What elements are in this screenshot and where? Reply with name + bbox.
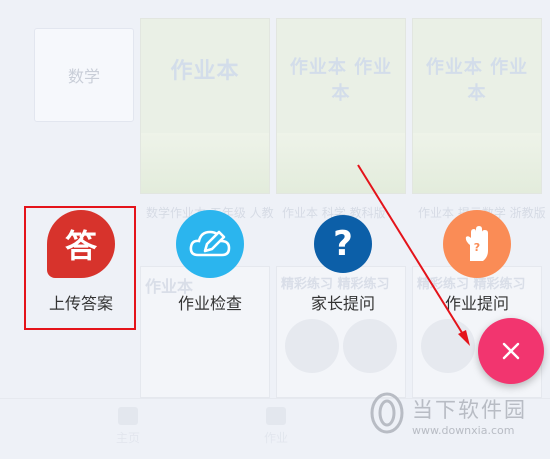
action-label: 作业检查: [177, 294, 242, 313]
edit-icon: [266, 407, 286, 425]
book-card-3[interactable]: 作业本 作业本: [412, 18, 542, 194]
book-cover-art: [421, 319, 475, 373]
homework-check-button[interactable]: 作业检查: [160, 210, 260, 314]
cloud-pencil-icon: [176, 210, 244, 278]
book-card-1[interactable]: 作业本: [140, 18, 270, 194]
action-label: 作业提问: [444, 294, 509, 313]
book-cover-art: [277, 133, 405, 193]
raised-hand-icon: ?: [443, 210, 511, 278]
close-menu-button[interactable]: [478, 318, 544, 384]
homework-question-button[interactable]: ? 作业提问: [427, 210, 527, 314]
watermark-url: www.downxia.com: [412, 424, 515, 437]
book-card-2[interactable]: 作业本 作业本: [276, 18, 406, 194]
close-icon: [502, 342, 520, 360]
highlight-annotation-box: [24, 206, 136, 330]
action-label: 家长提问: [310, 294, 375, 313]
book-cover-art: [343, 319, 397, 373]
question-icon: ?: [314, 215, 372, 273]
subject-tab-math[interactable]: 数学: [34, 28, 134, 122]
nav-label: 主页: [115, 431, 140, 445]
svg-text:?: ?: [474, 241, 480, 254]
question-glyph: ?: [333, 224, 353, 264]
nav-label: 作业: [263, 431, 288, 445]
parent-question-button[interactable]: ? 家长提问: [293, 210, 393, 314]
subject-tab-label: 数学: [67, 67, 100, 86]
book-cover-title: 作业本 作业本: [289, 57, 393, 104]
watermark: 当下软件园 www.downxia.com: [368, 388, 548, 456]
watermark-text: 当下软件园: [412, 398, 527, 422]
book-cover-title: 作业本 作业本: [425, 57, 529, 104]
book-cover-art: [141, 133, 269, 193]
watermark-logo-icon: [370, 392, 404, 434]
book-cover-title: 作业本: [170, 59, 240, 84]
nav-item-homework[interactable]: 作业: [246, 407, 306, 446]
home-icon: [118, 407, 138, 425]
book-cover-art: [413, 133, 541, 193]
book-cover-art: [285, 319, 339, 373]
nav-item-home[interactable]: 主页: [98, 407, 158, 446]
